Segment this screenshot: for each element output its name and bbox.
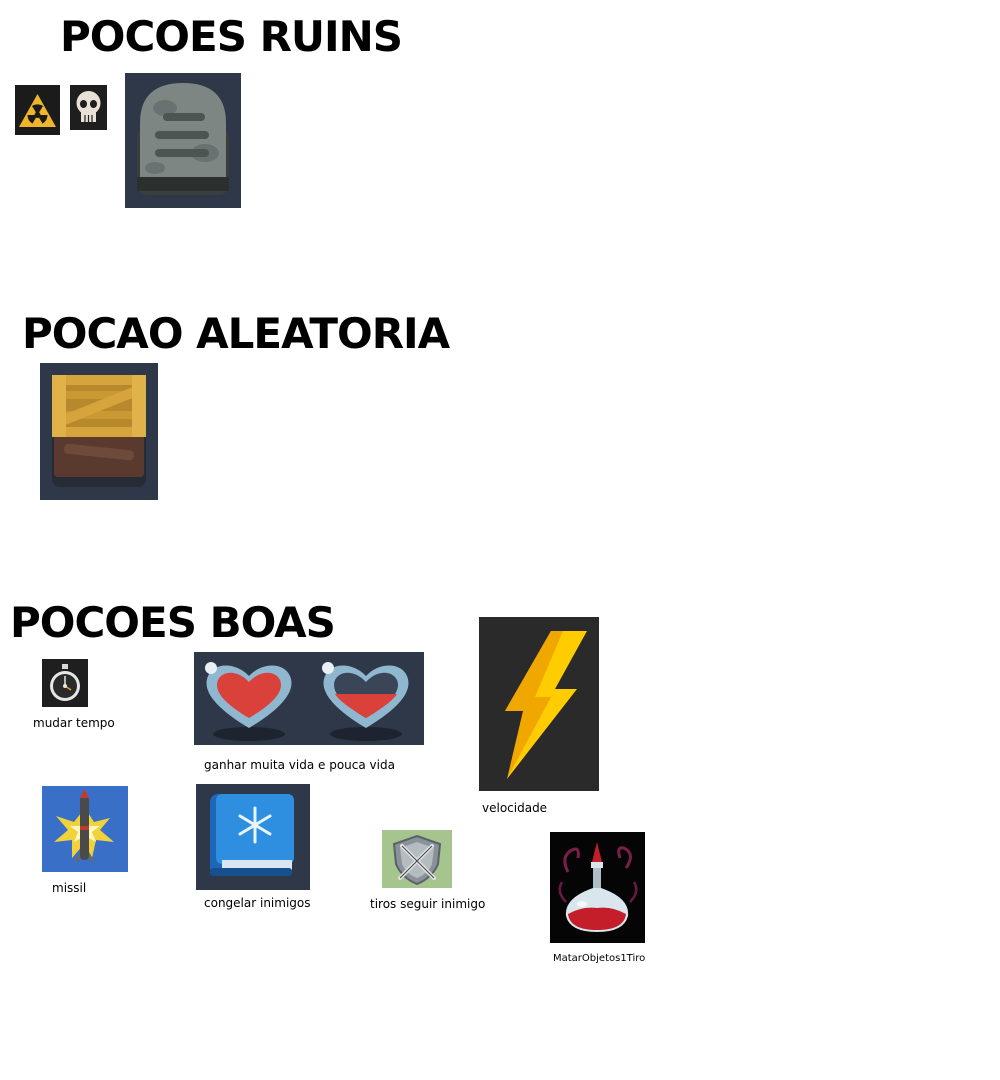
lightning-bolt-icon [479, 617, 599, 791]
item-label-congelar: congelar inimigos [204, 896, 311, 910]
item-label-hearts: ganhar muita vida e pouca vida [204, 758, 395, 772]
skull-icon [70, 85, 107, 130]
hearts-icon [194, 652, 424, 745]
red-potion-icon [550, 832, 645, 943]
random-potion-title: POCAO ALEATORIA [22, 309, 450, 358]
missile-icon [42, 786, 128, 872]
good-potions-title: POCOES BOAS [10, 598, 336, 647]
item-label-tiros: tiros seguir inimigo [370, 897, 486, 911]
wooden-crate-icon [40, 363, 158, 500]
stopwatch-icon [42, 659, 88, 707]
tombstone-icon [125, 73, 241, 208]
ice-book-icon [196, 784, 310, 890]
radiation-icon [15, 85, 60, 135]
item-label-mudar-tempo: mudar tempo [33, 716, 115, 730]
crossed-swords-shield-icon [382, 830, 452, 888]
item-label-missil: missil [52, 881, 87, 895]
item-label-matar-objetos: MatarObjetos1Tiro [553, 953, 646, 964]
item-label-velocidade: velocidade [482, 801, 548, 815]
bad-potions-title: POCOES RUINS [60, 12, 403, 61]
